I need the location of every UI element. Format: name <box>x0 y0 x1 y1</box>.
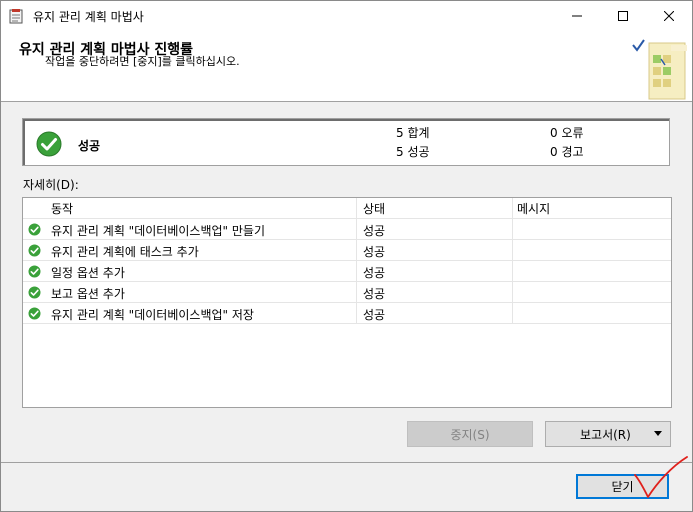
report-button[interactable]: 보고서(R) <box>545 421 671 447</box>
close-icon <box>664 11 674 21</box>
column-header-action[interactable]: 동작 <box>51 200 73 217</box>
row-action: 유지 관리 계획 "데이터베이스백업" 저장 <box>51 308 254 322</box>
warning-count: 0 경고 <box>550 145 584 159</box>
row-status: 성공 <box>363 287 386 301</box>
row-status: 성공 <box>363 266 386 280</box>
details-label: 자세히(D): <box>23 178 79 192</box>
maximize-button[interactable] <box>600 1 646 31</box>
red-checkmark-annotation-icon <box>634 456 688 498</box>
title-bar: 유지 관리 계획 마법사 <box>1 1 692 31</box>
table-row[interactable]: 유지 관리 계획 "데이터베이스백업" 만들기 성공 <box>23 219 671 240</box>
table-row[interactable]: 일정 옵션 추가 성공 <box>23 261 671 282</box>
grid-header: 동작 상태 메시지 <box>23 198 671 219</box>
table-row[interactable]: 유지 관리 계획에 태스크 추가 성공 <box>23 240 671 261</box>
row-action: 일정 옵션 추가 <box>51 266 125 280</box>
status-summary-panel: 성공 5 합계 5 성공 0 오류 0 경고 <box>22 118 670 166</box>
success-icon <box>28 307 41 320</box>
success-icon <box>28 223 41 236</box>
column-header-message[interactable]: 메시지 <box>517 200 550 217</box>
success-icon <box>28 244 41 257</box>
error-count: 0 오류 <box>550 126 584 140</box>
overall-status-label: 성공 <box>78 139 101 153</box>
total-count: 5 합계 <box>396 126 430 140</box>
success-check-icon <box>36 131 62 157</box>
row-status: 성공 <box>363 224 386 238</box>
page-subtitle: 작업을 중단하려면 [중지]를 클릭하십시오. <box>45 55 240 68</box>
row-action: 유지 관리 계획 "데이터베이스백업" 만들기 <box>51 224 265 238</box>
wizard-window: 유지 관리 계획 마법사 유지 관리 계획 마법사 진행률 작업을 중단하려면 … <box>0 0 693 512</box>
row-status: 성공 <box>363 245 386 259</box>
close-window-button[interactable] <box>646 1 692 31</box>
details-grid[interactable]: 동작 상태 메시지 유지 관리 계획 "데이터베이스백업" 만들기 성공 유지 … <box>22 197 672 408</box>
dropdown-arrow-icon <box>654 431 662 436</box>
success-icon <box>28 265 41 278</box>
row-action: 유지 관리 계획에 태스크 추가 <box>51 245 199 259</box>
table-row[interactable]: 유지 관리 계획 "데이터베이스백업" 저장 성공 <box>23 303 671 324</box>
success-count: 5 성공 <box>396 145 430 159</box>
wizard-banner-icon <box>632 39 687 100</box>
wizard-app-icon <box>9 9 23 24</box>
footer-divider <box>1 462 692 463</box>
window-title: 유지 관리 계획 마법사 <box>33 10 144 24</box>
minimize-icon <box>572 15 582 17</box>
stop-button[interactable]: 중지(S) <box>407 421 533 447</box>
report-button-label: 보고서(R) <box>580 427 631 442</box>
maximize-icon <box>618 11 628 21</box>
table-row[interactable]: 보고 옵션 추가 성공 <box>23 282 671 303</box>
column-header-status[interactable]: 상태 <box>363 200 385 217</box>
row-status: 성공 <box>363 308 386 322</box>
row-action: 보고 옵션 추가 <box>51 287 125 301</box>
minimize-button[interactable] <box>554 1 600 31</box>
wizard-header: 유지 관리 계획 마법사 진행률 작업을 중단하려면 [중지]를 클릭하십시오. <box>1 31 692 102</box>
success-icon <box>28 286 41 299</box>
